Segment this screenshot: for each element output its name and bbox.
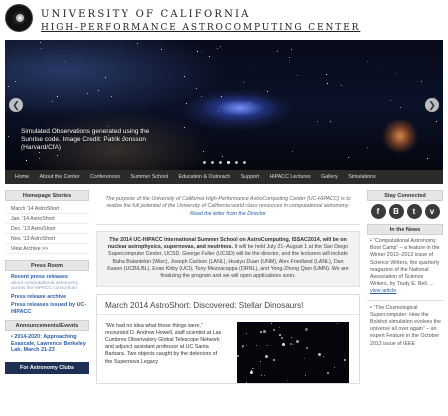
slideshow-next-icon[interactable]: ❯ (425, 98, 439, 112)
article-text: “We had no idea what these things were,”… (105, 322, 222, 365)
news-item: • “Computational Astronomy Boot Camp” – … (367, 238, 443, 296)
astronomy-clubs-button[interactable]: For Astronomy Clubs (5, 361, 89, 374)
recent-press-desc: about computational astronomy across the… (11, 280, 78, 292)
slideshow-prev-icon[interactable]: ❮ (9, 98, 23, 112)
view-article-link[interactable]: view article (370, 288, 396, 294)
hero-caption: Simulated Observations generated using t… (21, 128, 150, 151)
star-field-image[interactable] (237, 321, 349, 383)
vimeo-icon[interactable]: v (424, 204, 440, 219)
uc-press-link[interactable]: Press releases issued by UC-HIPACC (5, 302, 89, 315)
uc-seal-logo[interactable] (5, 4, 33, 32)
story-link[interactable]: March '14 AstroShort (5, 204, 89, 214)
stay-connected-heading: Stay Connected (367, 190, 443, 201)
mission-statement: The purpose of the University of Califor… (96, 190, 360, 225)
slide-dot[interactable] (219, 161, 222, 164)
nav-item[interactable]: About the Center (34, 174, 84, 180)
in-the-news-heading: In the News (367, 224, 443, 235)
main-nav: Home About the Center Conferences Summer Sc… (5, 170, 443, 184)
hero-slideshow[interactable]: Simulated Observations generated using t… (5, 40, 443, 170)
slide-dot[interactable] (227, 161, 230, 164)
announcements-heading: Announcements/Events (5, 320, 89, 332)
homepage-stories-heading: Homepage Stories (5, 190, 89, 201)
news-item-text: • “Computational Astronomy Boot Camp” – … (370, 238, 440, 288)
announcement-item[interactable]: • 2014-2020: Approaching Exascale, Lawre… (5, 334, 89, 354)
social-links: fBtv (367, 204, 443, 219)
left-sidebar: Homepage Stories March '14 AstroShort Jan… (5, 190, 89, 374)
site-title-line2[interactable]: HIGH-PERFORMANCE ASTROCOMPUTING CENTER (41, 23, 360, 33)
facebook-icon[interactable]: f (370, 204, 386, 219)
summer-school-announcement: The 2014 UC-HIPACC International Summer … (96, 230, 360, 287)
story-link[interactable]: Jan. '14 AstroShort (5, 214, 89, 224)
twitter-icon[interactable]: t (406, 204, 422, 219)
slide-dot[interactable] (211, 161, 214, 164)
site-header: UNIVERSITY OF CALIFORNIA HIGH-PERFORMANC… (0, 0, 448, 40)
article-title[interactable]: March 2014 AstroShort: Discovered: Stell… (97, 295, 359, 315)
astroshort-article: March 2014 AstroShort: Discovered: Stell… (96, 293, 360, 384)
blogger-icon[interactable]: B (388, 204, 404, 219)
site-title-line1[interactable]: UNIVERSITY OF CALIFORNIA (41, 9, 251, 20)
news-item: • “The Cosmological Supercomputer: How t… (370, 304, 441, 347)
nav-item[interactable]: Education & Outreach (173, 174, 235, 180)
nav-item[interactable]: Support (235, 174, 264, 180)
nav-item[interactable]: Home (11, 174, 34, 180)
nav-item[interactable]: Summer School (125, 174, 173, 180)
nav-item[interactable]: HiPACC Lectures (264, 174, 316, 180)
nav-item[interactable]: Gallery (316, 174, 343, 180)
director-letter-link[interactable]: Read the letter from the Director (190, 211, 266, 217)
main-content: The purpose of the University of Califor… (96, 190, 360, 384)
slide-dot[interactable] (203, 161, 206, 164)
slideshow-pager[interactable] (203, 161, 246, 164)
right-sidebar: Stay Connected fBtv In the News • “Compu… (367, 190, 443, 348)
slide-dot[interactable] (243, 161, 246, 164)
nav-item[interactable]: Simulations (343, 174, 381, 180)
slide-dot[interactable] (235, 161, 238, 164)
mission-text: The purpose of the University of Califor… (105, 196, 351, 210)
nav-item[interactable]: Conferences (85, 174, 125, 180)
press-archive-link[interactable]: Press release archive (5, 294, 89, 301)
story-link[interactable]: Nov. '13 AstroShort (5, 234, 89, 244)
story-link[interactable]: Dec. '13 AstroShort (5, 224, 89, 234)
press-room-heading: Press Room (5, 260, 89, 271)
story-link[interactable]: View Archive >> (5, 244, 89, 254)
